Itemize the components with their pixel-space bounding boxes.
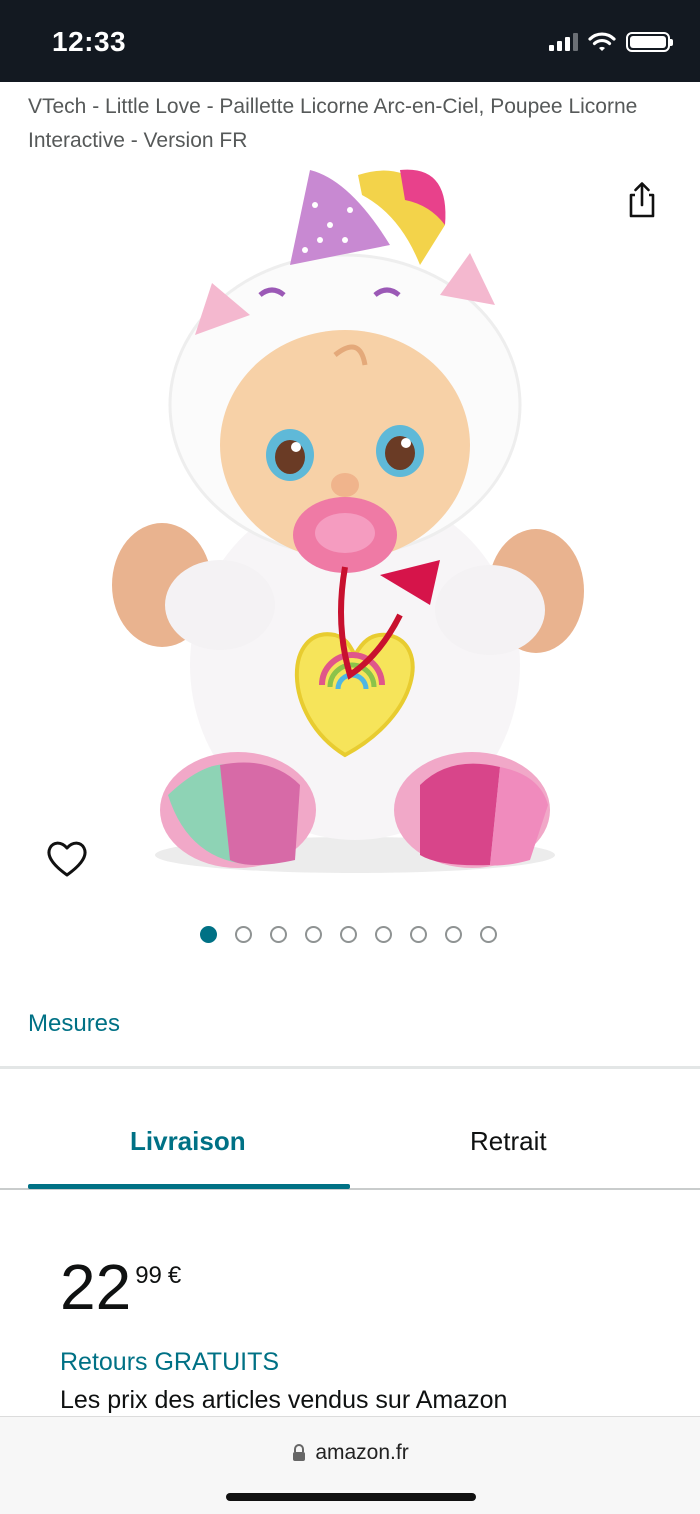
measures-link[interactable]: Mesures [28, 1010, 120, 1038]
product-image[interactable] [100, 155, 600, 885]
tab-pickup[interactable]: Retrait [470, 1126, 547, 1157]
image-pagination[interactable] [200, 926, 497, 943]
delivery-tabs: Livraison Retrait [0, 1100, 700, 1190]
lock-icon [293, 1444, 306, 1461]
pagination-dot[interactable] [200, 926, 217, 943]
price: 22 99 € [60, 1252, 181, 1322]
price-note: Les prix des articles vendus sur Amazon [60, 1386, 508, 1414]
pagination-dot[interactable] [480, 926, 497, 943]
browser-url-bar[interactable]: amazon.fr [0, 1416, 700, 1514]
pagination-dot[interactable] [235, 926, 252, 943]
pagination-dot[interactable] [305, 926, 322, 943]
wifi-icon [588, 32, 616, 51]
status-icons [549, 32, 673, 52]
tab-delivery[interactable]: Livraison [130, 1126, 246, 1157]
price-fraction: 99 [135, 1262, 162, 1289]
url-text[interactable]: amazon.fr [315, 1441, 408, 1465]
price-whole: 22 [60, 1251, 132, 1323]
home-indicator[interactable] [226, 1493, 476, 1501]
free-returns-link[interactable]: Retours GRATUITS [60, 1348, 279, 1377]
status-time: 12:33 [52, 26, 127, 57]
status-bar: 12:33 [0, 0, 700, 82]
url-field[interactable]: amazon.fr [0, 1441, 700, 1465]
product-title[interactable]: VTech - Little Love - Paillette Licorne … [28, 90, 678, 158]
battery-icon [626, 32, 673, 52]
heart-icon[interactable] [44, 836, 90, 882]
active-tab-indicator [28, 1184, 350, 1189]
price-currency: € [167, 1262, 182, 1289]
signal-icon [549, 33, 578, 51]
pagination-dot[interactable] [375, 926, 392, 943]
pagination-dot[interactable] [270, 926, 287, 943]
pagination-dot[interactable] [445, 926, 462, 943]
share-icon[interactable] [620, 178, 664, 222]
pagination-dot[interactable] [340, 926, 357, 943]
section-divider [0, 1066, 700, 1069]
pagination-dot[interactable] [410, 926, 427, 943]
